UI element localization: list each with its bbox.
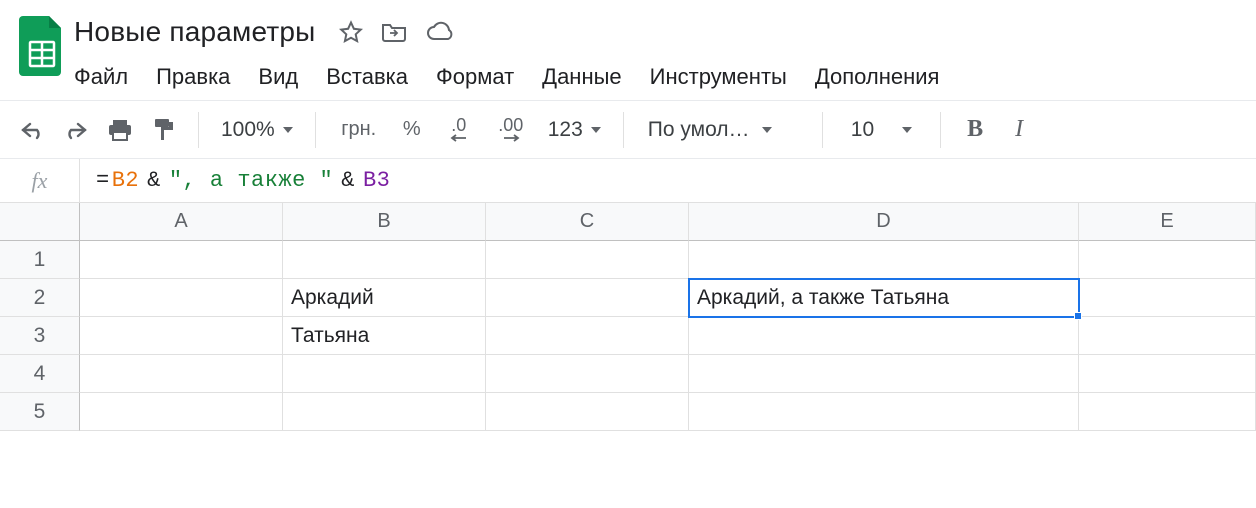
fx-icon: fx [0, 159, 80, 202]
undo-button[interactable] [12, 110, 52, 150]
cell-D2[interactable]: Аркадий, а также Татьяна [689, 279, 1079, 317]
percent-format-button[interactable]: % [392, 110, 432, 150]
row-header-1[interactable]: 1 [0, 241, 80, 279]
increase-decimal-button[interactable]: .00 [486, 110, 536, 150]
row-header-2[interactable]: 2 [0, 279, 80, 317]
select-all-corner[interactable] [0, 203, 80, 241]
cell-A2[interactable] [80, 279, 283, 317]
cell-D5[interactable] [689, 393, 1079, 431]
cell-B1[interactable] [283, 241, 486, 279]
cell-A5[interactable] [80, 393, 283, 431]
cell-B2[interactable]: Аркадий [283, 279, 486, 317]
chevron-down-icon [762, 127, 772, 133]
menu-addons[interactable]: Дополнения [815, 64, 940, 90]
cell-C2[interactable] [486, 279, 689, 317]
cell-E1[interactable] [1079, 241, 1256, 279]
cell-D4[interactable] [689, 355, 1079, 393]
col-header-D[interactable]: D [689, 203, 1079, 241]
sheets-logo[interactable] [16, 10, 68, 80]
bold-button[interactable]: B [955, 110, 995, 150]
zoom-dropdown[interactable]: 100% [213, 118, 301, 142]
chevron-down-icon [902, 127, 912, 133]
cell-B5[interactable] [283, 393, 486, 431]
cell-E5[interactable] [1079, 393, 1256, 431]
cell-A1[interactable] [80, 241, 283, 279]
formula-input[interactable]: =B2 & ", а также " & B3 [80, 168, 390, 193]
selection-handle[interactable] [1074, 312, 1082, 320]
chevron-down-icon [283, 127, 293, 133]
col-header-E[interactable]: E [1079, 203, 1256, 241]
move-icon[interactable] [381, 21, 407, 43]
cell-A4[interactable] [80, 355, 283, 393]
cell-D1[interactable] [689, 241, 1079, 279]
paint-format-button[interactable] [144, 110, 184, 150]
font-family-dropdown[interactable]: По умол… [638, 118, 808, 142]
menu-format[interactable]: Формат [436, 64, 514, 90]
col-header-B[interactable]: B [283, 203, 486, 241]
menu-view[interactable]: Вид [258, 64, 298, 90]
cell-C5[interactable] [486, 393, 689, 431]
cell-C4[interactable] [486, 355, 689, 393]
print-button[interactable] [100, 110, 140, 150]
col-header-A[interactable]: A [80, 203, 283, 241]
redo-button[interactable] [56, 110, 96, 150]
more-formats-dropdown[interactable]: 123 [540, 118, 609, 142]
menu-bar: Файл Правка Вид Вставка Формат Данные Ин… [74, 54, 1240, 100]
menu-data[interactable]: Данные [542, 64, 621, 90]
menu-edit[interactable]: Правка [156, 64, 230, 90]
currency-format-button[interactable]: грн. [330, 110, 388, 150]
zoom-value: 100% [221, 118, 275, 142]
formula-bar: fx =B2 & ", а также " & B3 [0, 159, 1256, 203]
menu-insert[interactable]: Вставка [326, 64, 408, 90]
chevron-down-icon [591, 127, 601, 133]
menu-tools[interactable]: Инструменты [650, 64, 787, 90]
cell-B4[interactable] [283, 355, 486, 393]
cell-E4[interactable] [1079, 355, 1256, 393]
row-header-5[interactable]: 5 [0, 393, 80, 431]
spreadsheet-grid: A B C D E 1 2 Аркадий Аркадий, а также Т… [0, 203, 1256, 431]
font-size-dropdown[interactable]: 10 [837, 118, 926, 142]
cloud-status-icon[interactable] [425, 21, 455, 43]
row-header-3[interactable]: 3 [0, 317, 80, 355]
col-header-C[interactable]: C [486, 203, 689, 241]
doc-title[interactable]: Новые параметры [74, 16, 315, 48]
row-header-4[interactable]: 4 [0, 355, 80, 393]
star-icon[interactable] [339, 20, 363, 44]
menu-file[interactable]: Файл [74, 64, 128, 90]
cell-C1[interactable] [486, 241, 689, 279]
toolbar: 100% грн. % .0 .00 123 По умол… 10 B I [0, 101, 1256, 159]
italic-button[interactable]: I [999, 110, 1039, 150]
cell-D3[interactable] [689, 317, 1079, 355]
cell-C3[interactable] [486, 317, 689, 355]
cell-E3[interactable] [1079, 317, 1256, 355]
cell-A3[interactable] [80, 317, 283, 355]
decrease-decimal-button[interactable]: .0 [436, 110, 482, 150]
cell-B3[interactable]: Татьяна [283, 317, 486, 355]
cell-E2[interactable] [1079, 279, 1256, 317]
